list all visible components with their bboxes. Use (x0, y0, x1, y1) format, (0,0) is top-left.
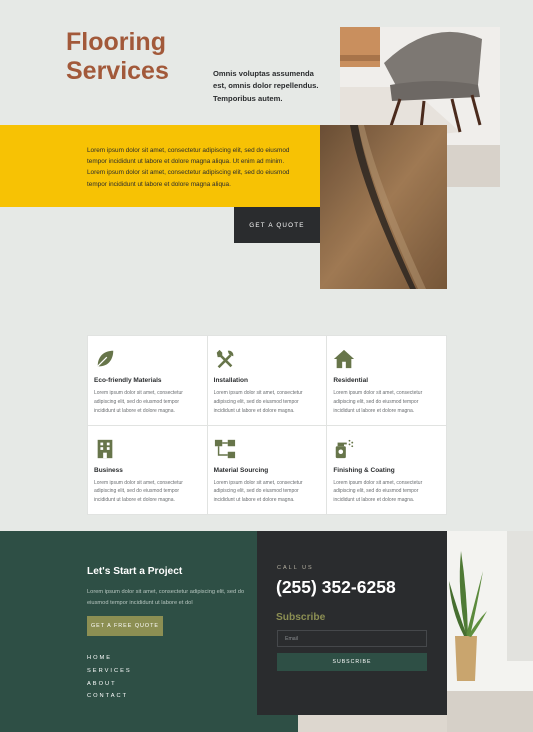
service-title: Business (94, 466, 123, 474)
flowchart-icon (214, 439, 235, 458)
spray-bottle-icon (336, 439, 354, 458)
tools-icon (216, 349, 234, 369)
phone-number[interactable]: (255) 352-6258 (276, 577, 396, 598)
service-card-sourcing: Material Sourcing Lorem ipsum dolor sit … (207, 425, 327, 514)
page-title-line2: Services (66, 57, 169, 85)
service-title: Material Sourcing (213, 466, 269, 474)
service-card-finishing: Finishing & Coating Lorem ipsum dolor si… (327, 425, 446, 514)
footer-nav-about[interactable]: ABOUT (87, 681, 132, 694)
plant-photo (447, 531, 533, 732)
footer-nav-services[interactable]: SERVICES (87, 668, 132, 681)
call-us-label: CALL US (277, 565, 314, 571)
service-desc: Lorem ipsum dolor sit amet, consectetur … (94, 479, 183, 504)
service-card-installation: Installation Lorem ipsum dolor sit amet,… (207, 336, 327, 425)
contact-panel (257, 531, 447, 715)
floor-closeup-photo (320, 125, 447, 289)
service-title: Installation (213, 377, 248, 384)
building-icon (97, 439, 113, 458)
footer-nav: HOME SERVICES ABOUT CONTACT (87, 655, 132, 706)
subscribe-button[interactable]: SUBSCRIBE (277, 653, 427, 671)
footer-nav-contact[interactable]: CONTACT (87, 693, 132, 706)
subscribe-title: Subscribe (276, 612, 326, 623)
leaf-icon (97, 350, 114, 367)
service-card-eco: Eco-friendly Materials Lorem ipsum dolor… (88, 336, 207, 425)
page-title: Flooring Services (66, 28, 216, 86)
hero-intro-text: Omnis voluptas assumenda est, omnis dolo… (213, 69, 319, 103)
floor-strip-photo (298, 715, 447, 732)
get-a-quote-button[interactable]: GET A QUOTE (234, 207, 320, 243)
page-title-line1: Flooring (66, 28, 166, 56)
service-card-residential: Residential Lorem ipsum dolor sit amet, … (327, 336, 446, 425)
service-title: Residential (333, 377, 369, 384)
service-desc: Lorem ipsum dolor sit amet, consectetur … (333, 479, 423, 504)
footer-nav-home[interactable]: HOME (87, 655, 132, 668)
email-field[interactable] (277, 630, 427, 647)
services-grid: Eco-friendly Materials Lorem ipsum dolor… (87, 335, 447, 515)
house-icon (334, 349, 355, 369)
service-card-business: Business Lorem ipsum dolor sit amet, con… (88, 425, 207, 514)
service-title: Eco-friendly Materials (94, 377, 162, 384)
project-text: Lorem ipsum dolor sit amet, consectetur … (87, 589, 245, 606)
get-a-free-quote-button[interactable]: GET A FREE QUOTE (87, 616, 163, 636)
project-title: Let's Start a Project (87, 566, 183, 577)
service-desc: Lorem ipsum dolor sit amet, consectetur … (213, 479, 303, 504)
service-desc: Lorem ipsum dolor sit amet, consectetur … (333, 390, 423, 414)
service-title: Finishing & Coating (333, 466, 395, 474)
service-desc: Lorem ipsum dolor sit amet, consectetur … (94, 390, 183, 414)
service-desc: Lorem ipsum dolor sit amet, consectetur … (213, 390, 303, 414)
intro-band-text: Lorem ipsum dolor sit amet, consectetur … (87, 147, 290, 188)
